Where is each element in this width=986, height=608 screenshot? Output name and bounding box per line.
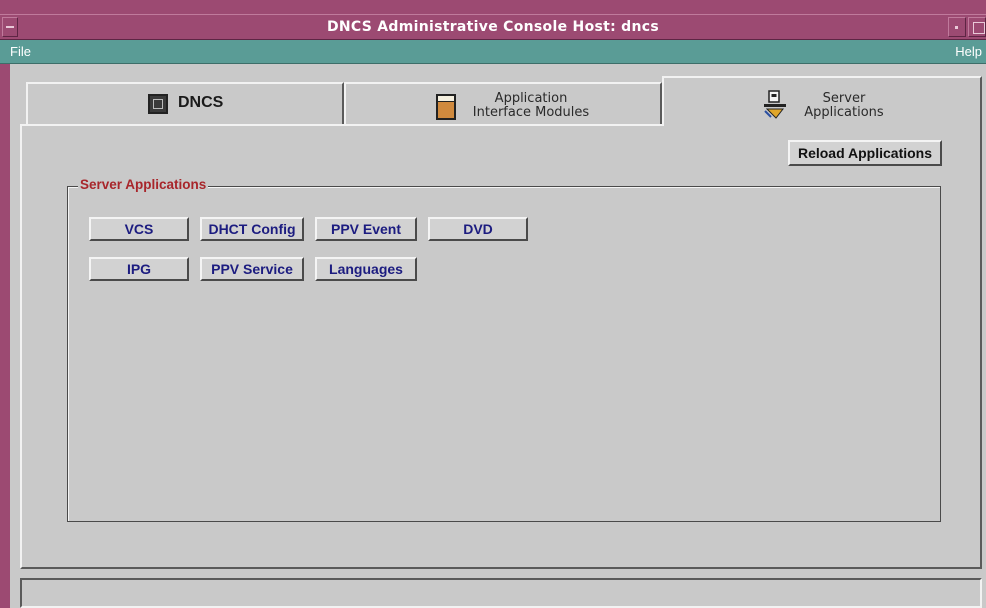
tab-aim-label: Application Interface Modules xyxy=(466,92,596,120)
tab-server-label-line1: Server xyxy=(822,91,866,106)
tab-server-label-line2: Applications xyxy=(804,105,884,120)
maximize-button[interactable] xyxy=(968,17,986,37)
window-body: DNCS Application Interface Modules Serve… xyxy=(10,64,986,608)
vcs-button[interactable]: VCS xyxy=(89,217,189,241)
ppv-service-button[interactable]: PPV Service xyxy=(200,257,304,281)
ppv-event-button[interactable]: PPV Event xyxy=(315,217,417,241)
monitor-icon xyxy=(148,94,168,114)
server-applications-group: Server Applications VCS DHCT Config PPV … xyxy=(67,177,941,522)
server-applications-panel: Reload Applications Server Applications … xyxy=(20,124,982,569)
minimize-button[interactable] xyxy=(948,17,966,37)
tab-aim-label-line1: Application xyxy=(494,91,568,106)
languages-button[interactable]: Languages xyxy=(315,257,417,281)
reload-applications-button[interactable]: Reload Applications xyxy=(788,140,942,166)
dhct-config-button[interactable]: DHCT Config xyxy=(200,217,304,241)
server-app-icon xyxy=(764,90,786,119)
tab-dncs-label: DNCS xyxy=(178,94,224,111)
window-left-border xyxy=(0,64,10,608)
module-icon xyxy=(436,94,456,120)
ipg-button[interactable]: IPG xyxy=(89,257,189,281)
tab-application-interface-modules[interactable]: Application Interface Modules xyxy=(344,82,662,124)
tab-aim-label-line2: Interface Modules xyxy=(472,105,590,120)
group-title: Server Applications xyxy=(78,177,209,192)
status-bar xyxy=(20,578,982,608)
tab-server-applications[interactable]: Server Applications xyxy=(662,76,982,126)
title-bar[interactable]: DNCS Administrative Console Host: dncs xyxy=(0,14,986,40)
dvd-button[interactable]: DVD xyxy=(428,217,528,241)
menu-help[interactable]: Help xyxy=(955,44,982,59)
tab-dncs[interactable]: DNCS xyxy=(26,82,344,124)
window-title: DNCS Administrative Console Host: dncs xyxy=(326,19,660,35)
tab-server-label: Server Applications xyxy=(794,92,894,120)
menu-file[interactable]: File xyxy=(10,44,31,59)
menu-bar: File Help xyxy=(0,40,986,64)
